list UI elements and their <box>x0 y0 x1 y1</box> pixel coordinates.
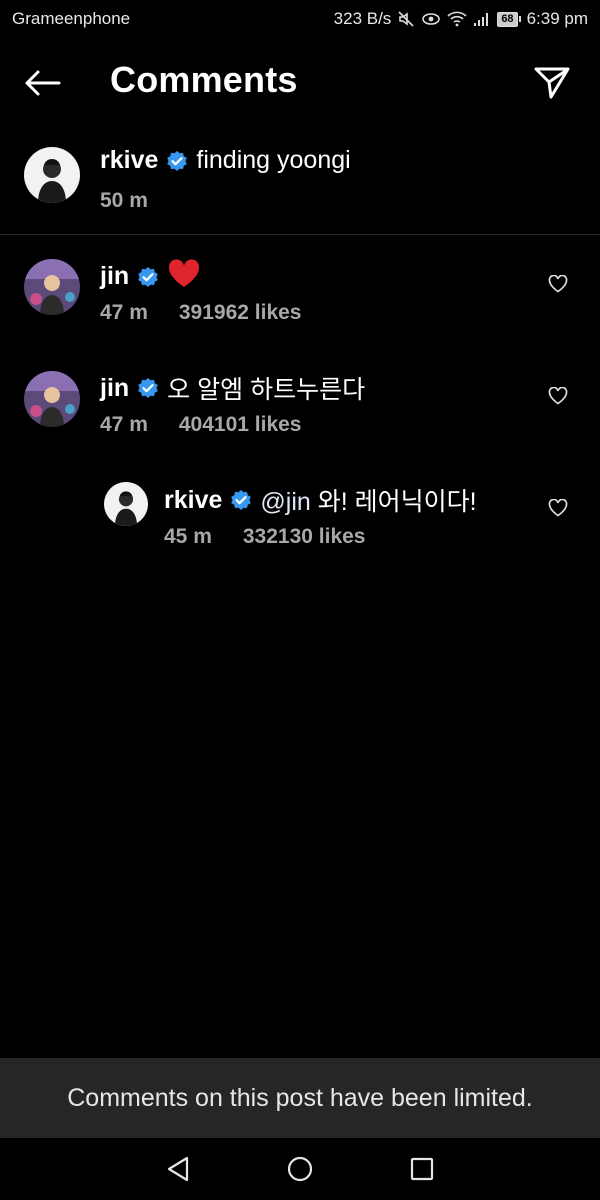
reply: rkive @jin 와! 레어닉이다! 45 m 332130 likes <box>0 476 600 566</box>
banner-text: Comments on this post have been limited. <box>67 1083 533 1112</box>
back-triangle-icon <box>167 1156 189 1182</box>
username[interactable]: jin <box>100 374 129 403</box>
heart-outline-icon <box>548 387 568 405</box>
comments-limited-banner: Comments on this post have been limited. <box>0 1058 600 1138</box>
verified-badge-icon <box>230 489 252 511</box>
like-count[interactable]: 332130 likes <box>243 525 366 549</box>
avatar[interactable] <box>24 147 80 203</box>
status-icons: 323 B/s 68 6:39 pm <box>334 9 588 29</box>
page-title: Comments <box>110 59 298 100</box>
network-speed: 323 B/s <box>333 9 392 28</box>
comment-meta: 47 m 391962 likes <box>100 301 302 325</box>
signal-icon <box>473 11 491 27</box>
like-button[interactable] <box>544 494 572 522</box>
nav-home-button[interactable] <box>285 1154 315 1184</box>
caption-text: finding yoongi <box>196 146 351 174</box>
heart-outline-icon <box>548 499 568 517</box>
reply-line: rkive @jin 와! 레어닉이다! <box>164 482 477 518</box>
system-nav-bar <box>0 1138 600 1200</box>
timestamp: 50 m <box>100 189 148 212</box>
comment-text: 오 알엠 하트누른다 <box>167 376 366 404</box>
comment: jin 47 m 391962 likes <box>0 252 600 342</box>
battery-icon: 68 <box>497 11 521 27</box>
clock: 6:39 pm <box>526 9 588 28</box>
username[interactable]: rkive <box>100 146 158 175</box>
back-button[interactable] <box>20 63 64 103</box>
like-count[interactable]: 391962 likes <box>179 301 302 325</box>
comment: jin 오 알엠 하트누른다 47 m 404101 likes <box>0 364 600 454</box>
status-bar: Grameenphone 323 B/s 68 6:39 pm <box>0 0 600 38</box>
wifi-icon <box>447 11 467 27</box>
home-circle-icon <box>287 1156 313 1182</box>
comment-text <box>167 258 201 295</box>
username[interactable]: jin <box>100 262 129 291</box>
avatar[interactable] <box>24 259 80 315</box>
divider <box>0 234 600 235</box>
caption-meta: 50 m <box>100 189 148 213</box>
avatar[interactable] <box>24 371 80 427</box>
like-button[interactable] <box>544 270 572 298</box>
comment-line: jin <box>100 258 201 295</box>
like-button[interactable] <box>544 382 572 410</box>
carrier-name: Grameenphone <box>12 9 131 28</box>
timestamp: 45 m <box>164 525 212 548</box>
timestamp: 47 m <box>100 413 148 436</box>
nav-recents-button[interactable] <box>407 1154 437 1184</box>
red-heart-emoji-icon <box>169 259 200 287</box>
reply-message: 와! 레어닉이다! <box>310 488 477 516</box>
timestamp: 47 m <box>100 301 148 324</box>
paper-plane-icon <box>534 67 570 99</box>
arrow-left-icon <box>25 70 61 96</box>
caption: rkive finding yoongi 50 m <box>0 140 600 220</box>
recents-square-icon <box>410 1157 434 1181</box>
username[interactable]: rkive <box>164 486 222 515</box>
reply-text: @jin 와! 레어닉이다! <box>260 482 476 518</box>
battery-level: 68 <box>497 11 518 27</box>
share-button[interactable] <box>530 61 574 105</box>
reply-meta: 45 m 332130 likes <box>164 525 366 549</box>
comment-line: jin 오 알엠 하트누른다 <box>100 370 365 406</box>
mention-link[interactable]: @jin <box>260 488 310 516</box>
verified-badge-icon <box>137 377 159 399</box>
eye-icon <box>421 11 441 27</box>
verified-badge-icon <box>166 150 188 172</box>
comment-meta: 47 m 404101 likes <box>100 413 302 437</box>
verified-badge-icon <box>137 266 159 288</box>
caption-line: rkive finding yoongi <box>100 146 351 175</box>
avatar[interactable] <box>104 482 148 526</box>
nav-back-button[interactable] <box>163 1154 193 1184</box>
mute-icon <box>397 10 415 28</box>
like-count[interactable]: 404101 likes <box>179 413 302 437</box>
heart-outline-icon <box>548 275 568 293</box>
header: Comments <box>0 45 600 119</box>
